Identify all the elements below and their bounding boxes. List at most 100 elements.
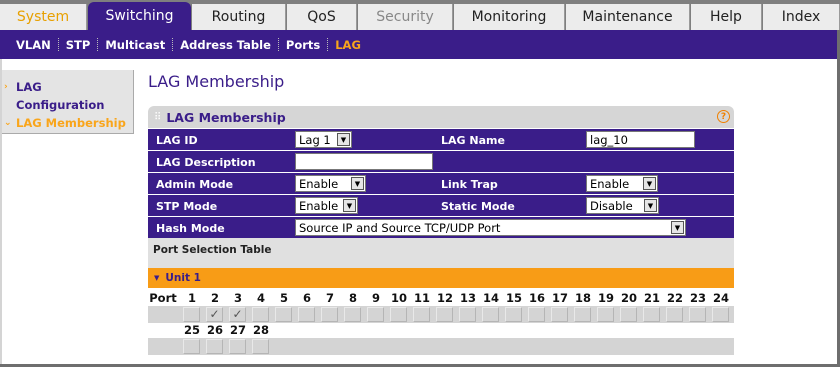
port-checkbox-5[interactable] bbox=[275, 307, 292, 322]
lag-name-label: LAG Name bbox=[441, 134, 505, 147]
port-number-6: 6 bbox=[302, 291, 311, 305]
port-number-27: 27 bbox=[229, 323, 246, 337]
port-checkbox-17[interactable] bbox=[551, 307, 568, 322]
tab-maintenance[interactable]: Maintenance bbox=[566, 4, 690, 30]
port-checkbox-1[interactable] bbox=[183, 307, 200, 322]
left-menu-item-lag-configuration[interactable]: › LAG Configuration bbox=[4, 78, 133, 114]
port-checkbox-20[interactable] bbox=[620, 307, 637, 322]
port-number-3: 3 bbox=[233, 291, 242, 305]
port-checkbox-11[interactable] bbox=[413, 307, 430, 322]
port-checkbox-9[interactable] bbox=[367, 307, 384, 322]
port-checkbox-24[interactable] bbox=[712, 307, 729, 322]
sub-nav-ports[interactable]: Ports bbox=[279, 38, 327, 52]
port-checkbox-16[interactable] bbox=[528, 307, 545, 322]
lag-id-select[interactable]: Lag 1 ▼ bbox=[295, 131, 352, 148]
port-checkbox-14[interactable] bbox=[482, 307, 499, 322]
chevron-down-icon: ▼ bbox=[644, 199, 657, 212]
port-checkbox-10[interactable] bbox=[390, 307, 407, 322]
hash-mode-label: Hash Mode bbox=[156, 222, 225, 235]
port-number-2: 2 bbox=[210, 291, 219, 305]
chevron-down-icon: ▼ bbox=[343, 199, 356, 212]
row-lag-id: LAG ID Lag 1 ▼ LAG Name lag_10 bbox=[148, 128, 734, 150]
chevron-down-icon: ▼ bbox=[671, 221, 684, 234]
tab-index[interactable]: Index bbox=[763, 4, 840, 30]
static-mode-label: Static Mode bbox=[441, 200, 515, 213]
port-checkbox-13[interactable] bbox=[459, 307, 476, 322]
sub-nav-multicast[interactable]: Multicast bbox=[98, 38, 172, 52]
hash-mode-select[interactable]: Source IP and Source TCP/UDP Port ▼ bbox=[295, 219, 686, 236]
port-number-9: 9 bbox=[371, 291, 380, 305]
sub-nav-address-table[interactable]: Address Table bbox=[173, 38, 278, 52]
port-checkbox-23[interactable] bbox=[689, 307, 706, 322]
port-checkbox-28[interactable] bbox=[252, 339, 269, 354]
tab-monitoring[interactable]: Monitoring bbox=[454, 4, 565, 30]
port-number-19: 19 bbox=[597, 291, 614, 305]
port-checkbox-3[interactable]: ✓ bbox=[229, 307, 246, 322]
help-icon[interactable]: ? bbox=[717, 110, 730, 123]
sub-nav-lag[interactable]: LAG bbox=[328, 38, 368, 52]
port-checkbox-26[interactable] bbox=[206, 339, 223, 354]
port-number-18: 18 bbox=[574, 291, 591, 305]
port-checkbox-8[interactable] bbox=[344, 307, 361, 322]
hash-mode-value: Source IP and Source TCP/UDP Port bbox=[299, 220, 501, 235]
port-checkbox-22[interactable] bbox=[666, 307, 683, 322]
frame-left-edge bbox=[0, 59, 2, 367]
row-lag-description: LAG Description bbox=[148, 150, 734, 172]
port-checkbox-4[interactable] bbox=[252, 307, 269, 322]
port-checkbox-6[interactable] bbox=[298, 307, 315, 322]
tab-qos[interactable]: QoS bbox=[287, 4, 357, 30]
sub-nav-stp[interactable]: STP bbox=[59, 38, 98, 52]
port-number-11: 11 bbox=[413, 291, 430, 305]
port-selection-title: Port Selection Table bbox=[148, 238, 734, 268]
port-number-21: 21 bbox=[643, 291, 660, 305]
admin-mode-select[interactable]: Enable ▼ bbox=[295, 175, 366, 192]
port-checkbox-15[interactable] bbox=[505, 307, 522, 322]
lag-description-input[interactable] bbox=[295, 153, 433, 170]
sub-nav-vlan[interactable]: VLAN bbox=[9, 38, 58, 52]
port-checkbox-18[interactable] bbox=[574, 307, 591, 322]
tab-routing[interactable]: Routing bbox=[192, 4, 286, 30]
port-number-24: 24 bbox=[712, 291, 729, 305]
port-number-4: 4 bbox=[256, 291, 265, 305]
row-stp-mode: STP Mode Enable ▼ Static Mode Disable ▼ bbox=[148, 194, 734, 216]
port-checkbox-27[interactable] bbox=[229, 339, 246, 354]
left-menu-label-line: Configuration bbox=[16, 98, 105, 112]
grip-icon: ⠿ bbox=[154, 111, 161, 123]
left-menu-label: LAG Configuration bbox=[16, 78, 104, 114]
stp-mode-select[interactable]: Enable ▼ bbox=[295, 197, 358, 214]
unit-label: Unit 1 bbox=[165, 272, 201, 284]
lag-id-label: LAG ID bbox=[156, 134, 198, 147]
lag-description-label: LAG Description bbox=[156, 156, 256, 169]
port-number-15: 15 bbox=[505, 291, 522, 305]
left-menu-label: LAG Membership bbox=[16, 114, 126, 132]
tab-security[interactable]: Security bbox=[358, 4, 453, 30]
triangle-down-icon: ▼ bbox=[154, 274, 160, 282]
port-number-5: 5 bbox=[279, 291, 288, 305]
tab-system[interactable]: System bbox=[0, 4, 87, 30]
link-trap-select[interactable]: Enable ▼ bbox=[586, 175, 658, 192]
lag-name-input[interactable]: lag_10 bbox=[586, 131, 695, 148]
link-trap-label: Link Trap bbox=[441, 178, 498, 191]
port-checkbox-25[interactable] bbox=[183, 339, 200, 354]
port-number-7: 7 bbox=[325, 291, 334, 305]
lag-name-value: lag_10 bbox=[590, 132, 628, 147]
unit-1-toggle[interactable]: ▼ Unit 1 bbox=[148, 268, 734, 288]
port-checkbox-12[interactable] bbox=[436, 307, 453, 322]
port-checkbox-7[interactable] bbox=[321, 307, 338, 322]
left-menu-item-lag-membership[interactable]: ⌄ LAG Membership bbox=[4, 114, 133, 132]
chevron-down-icon: ▼ bbox=[351, 177, 364, 190]
port-checkbox-2[interactable]: ✓ bbox=[206, 307, 223, 322]
chevron-down-icon: ▼ bbox=[643, 177, 656, 190]
port-checkbox-19[interactable] bbox=[597, 307, 614, 322]
left-menu-label-line: LAG bbox=[16, 80, 42, 94]
port-checkbox-21[interactable] bbox=[643, 307, 660, 322]
chevron-down-icon: ▼ bbox=[337, 133, 350, 146]
port-number-10: 10 bbox=[390, 291, 407, 305]
chevron-right-icon: › bbox=[4, 82, 8, 92]
port-number-13: 13 bbox=[459, 291, 476, 305]
static-mode-select[interactable]: Disable ▼ bbox=[586, 197, 659, 214]
port-number-12: 12 bbox=[436, 291, 453, 305]
port-number-28: 28 bbox=[252, 323, 269, 337]
tab-help[interactable]: Help bbox=[691, 4, 762, 30]
tab-switching[interactable]: Switching bbox=[88, 2, 191, 30]
